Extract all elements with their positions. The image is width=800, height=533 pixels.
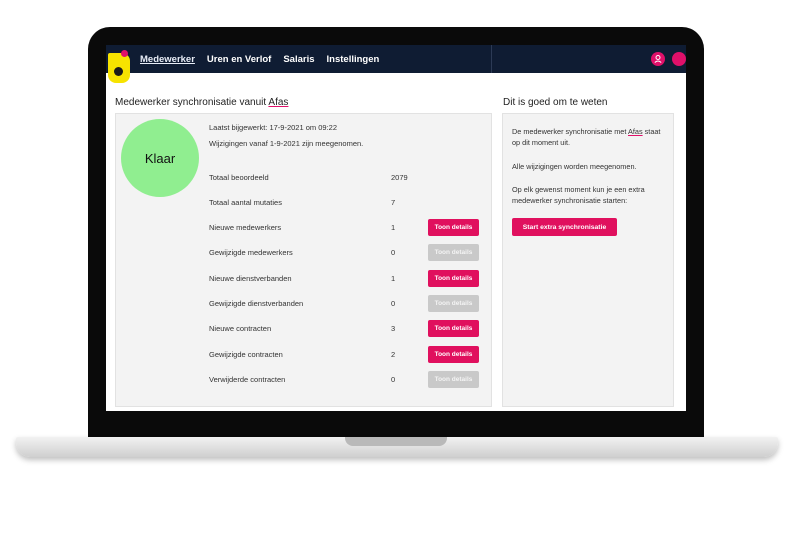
show-details-changed-employments-button[interactable]: Toon details (428, 295, 479, 312)
show-details-new-contracts-button[interactable]: Toon details (428, 320, 479, 337)
nav-item-instellingen[interactable]: Instellingen (327, 54, 380, 65)
row-value: 7 (391, 198, 396, 207)
show-details-deleted-contracts-button[interactable]: Toon details (428, 371, 479, 388)
row-value: 0 (391, 375, 396, 384)
logo-dot (114, 67, 123, 76)
menu-icon[interactable] (672, 52, 686, 66)
top-nav: Medewerker Uren en Verlof Salaris Instel… (106, 45, 686, 83)
row-label: Verwijderde contracten (209, 375, 286, 384)
row-value: 1 (391, 223, 396, 232)
row-value: 2 (391, 350, 396, 359)
nav-item-salaris[interactable]: Salaris (283, 54, 314, 65)
row-label: Totaal aantal mutaties (209, 198, 282, 207)
nav-divider (491, 45, 492, 73)
page-title: Medewerker synchronisatie vanuit Afas (115, 97, 288, 108)
row-value: 2079 (391, 173, 408, 182)
app-screen: Medewerker Uren en Verlof Salaris Instel… (106, 45, 686, 411)
sync-panel: Klaar Laatst bijgewerkt: 17-9-2021 om 09… (115, 113, 492, 407)
changes-since: Wijzigingen vanaf 1-9-2021 zijn meegenom… (209, 139, 364, 148)
show-details-changed-employees-button[interactable]: Toon details (428, 244, 479, 261)
user-icon[interactable] (651, 52, 665, 66)
row-label: Totaal beoordeeld (209, 173, 269, 182)
start-extra-sync-button[interactable]: Start extra synchronisatie (512, 218, 617, 236)
row-label: Nieuwe medewerkers (209, 223, 282, 232)
row-value: 3 (391, 324, 396, 333)
info-text-all-changes: Alle wijzigingen worden meegenomen. (512, 162, 637, 171)
nav-item-medewerker[interactable]: Medewerker (140, 54, 195, 65)
row-label: Gewijzigde medewerkers (209, 248, 293, 257)
info-panel: De medewerker synchronisatie met Afas st… (502, 113, 674, 407)
row-value: 1 (391, 274, 396, 283)
info-text-extra-sync: Op elk gewenst moment kun je een extra m… (512, 185, 645, 205)
user-icon-glyph (654, 55, 662, 63)
row-label: Gewijzigde dienstverbanden (209, 299, 304, 308)
laptop-notch (345, 437, 447, 446)
show-details-new-employments-button[interactable]: Toon details (428, 270, 479, 287)
row-label: Gewijzigde contracten (209, 350, 283, 359)
row-label: Nieuwe contracten (209, 324, 272, 333)
show-details-new-employees-button[interactable]: Toon details (428, 219, 479, 236)
info-text-prefix: De medewerker synchronisatie met (512, 127, 627, 136)
afas-info-link[interactable]: Afas (628, 127, 643, 136)
last-updated: Laatst bijgewerkt: 17-9-2021 om 09:22 (209, 123, 337, 132)
show-details-changed-contracts-button[interactable]: Toon details (428, 346, 479, 363)
row-value: 0 (391, 299, 396, 308)
side-title: Dit is goed om te weten (503, 97, 608, 108)
status-badge: Klaar (121, 119, 199, 197)
afas-link[interactable]: Afas (268, 97, 288, 108)
logo-icon[interactable] (108, 50, 130, 83)
logo-tip (121, 50, 128, 57)
nav-item-uren-en-verlof[interactable]: Uren en Verlof (207, 54, 271, 65)
nav-items: Medewerker Uren en Verlof Salaris Instel… (140, 45, 379, 73)
row-label: Nieuwe dienstverbanden (209, 274, 292, 283)
row-value: 0 (391, 248, 396, 257)
page-title-text: Medewerker synchronisatie vanuit (115, 97, 267, 108)
info-text-status: De medewerker synchronisatie met Afas st… (512, 126, 667, 148)
